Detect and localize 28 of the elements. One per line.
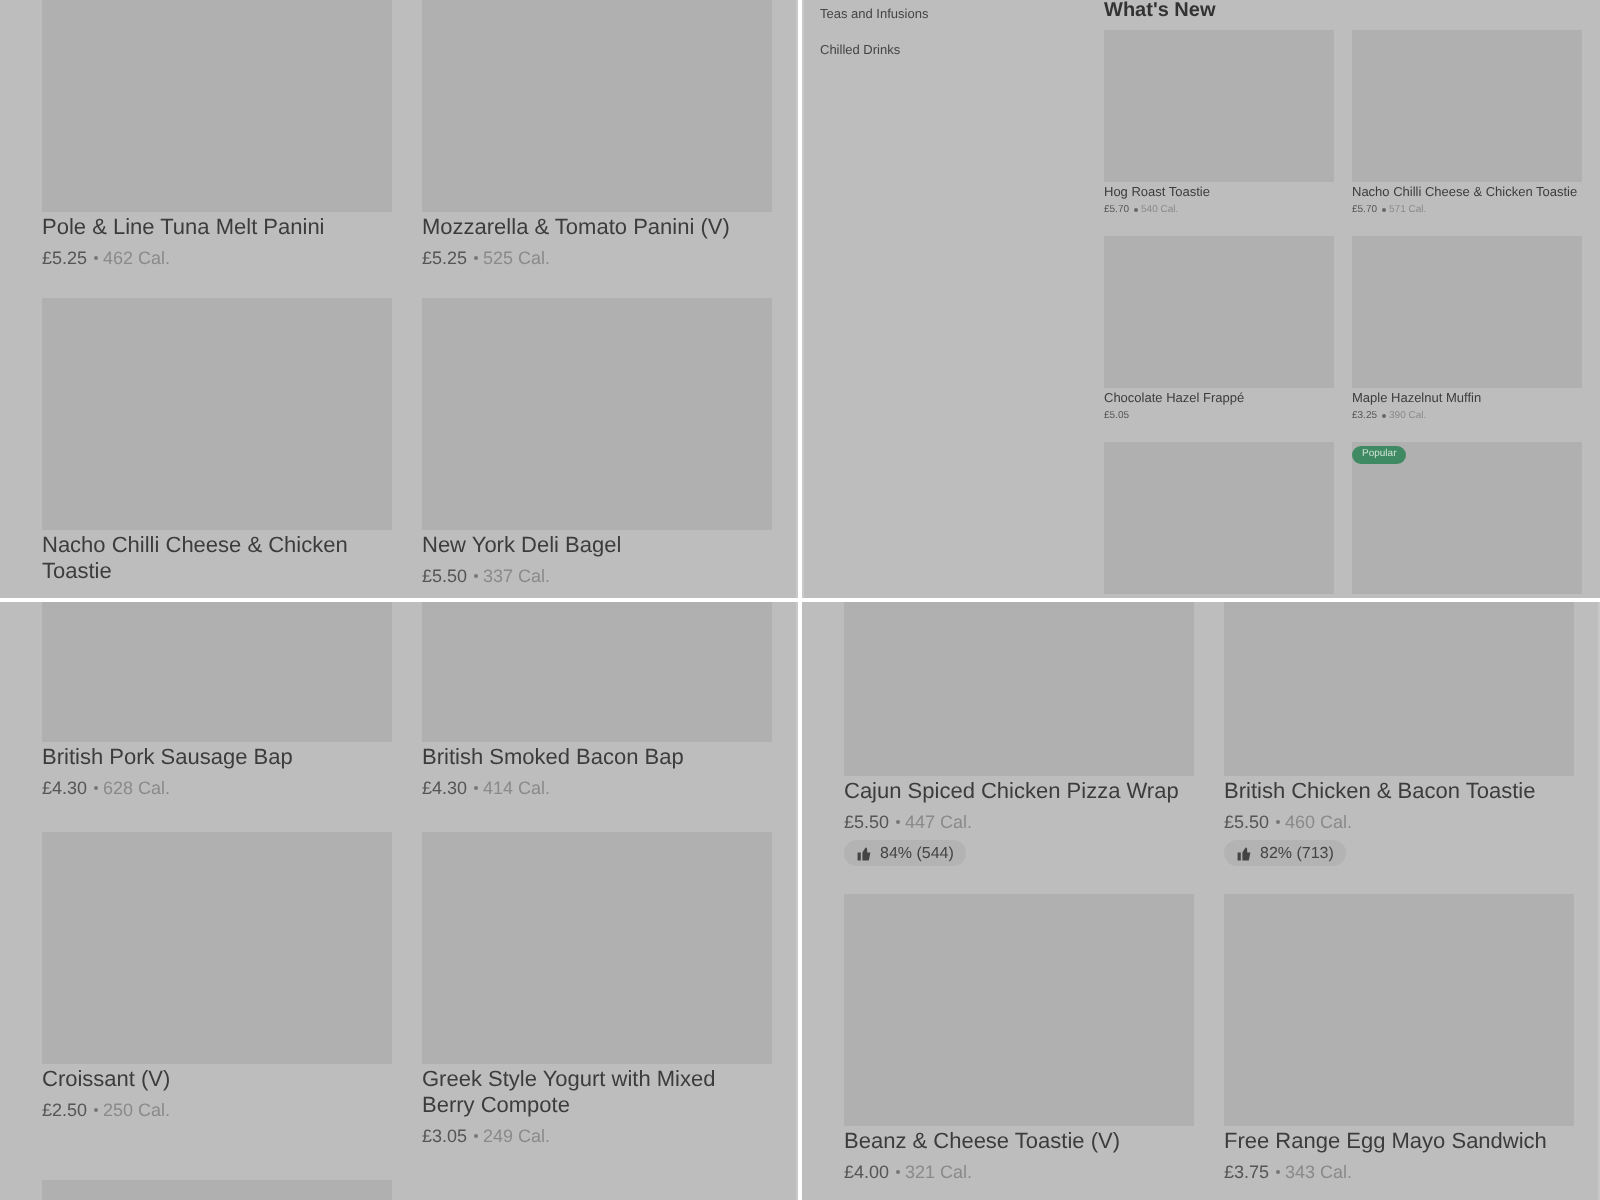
- item-title: Beanz & Cheese Toastie (V): [844, 1130, 1122, 1156]
- item-price: £5.50: [844, 810, 890, 834]
- item-title: Croissant (V): [42, 1068, 173, 1094]
- item-price: £5.25: [422, 246, 468, 270]
- item-title: British Chicken & Bacon Toastie: [1224, 780, 1538, 806]
- item-price: £5.25: [42, 246, 88, 270]
- item-title: Mozzarella & Tomato Panini (V): [422, 216, 732, 242]
- item-price: £4.00: [844, 1160, 890, 1184]
- item-title: Greek Style Yogurt with Mixed Berry Compote: [422, 1068, 718, 1120]
- item-price: £3.75: [1224, 1160, 1270, 1184]
- item-title: British Smoked Bacon Bap: [422, 746, 686, 772]
- item-title: British Pork Sausage Bap: [42, 746, 295, 772]
- item-price: £3.05: [422, 1124, 468, 1148]
- item-price: £2.50: [42, 1098, 88, 1122]
- thumbs-up-icon: [1236, 845, 1252, 861]
- item-price: £4.30: [42, 776, 88, 800]
- rating-text: 84% (544): [880, 842, 954, 864]
- item-title: New York Deli Bagel: [422, 534, 624, 560]
- item-price: £4.30: [422, 776, 468, 800]
- item-title: Cajun Spiced Chicken Pizza Wrap: [844, 780, 1181, 806]
- item-price: £5.50: [422, 564, 468, 588]
- rating-text: 82% (713): [1260, 842, 1334, 864]
- section-heading: What's New: [1104, 0, 1218, 22]
- item-price: £5.50: [1224, 810, 1270, 834]
- item-title: Nacho Chilli Cheese & Chicken Toastie: [42, 534, 350, 586]
- thumbs-up-icon: [856, 845, 872, 861]
- item-title: Free Range Egg Mayo Sandwich: [1224, 1130, 1549, 1156]
- item-title: Pole & Line Tuna Melt Panini: [42, 216, 327, 242]
